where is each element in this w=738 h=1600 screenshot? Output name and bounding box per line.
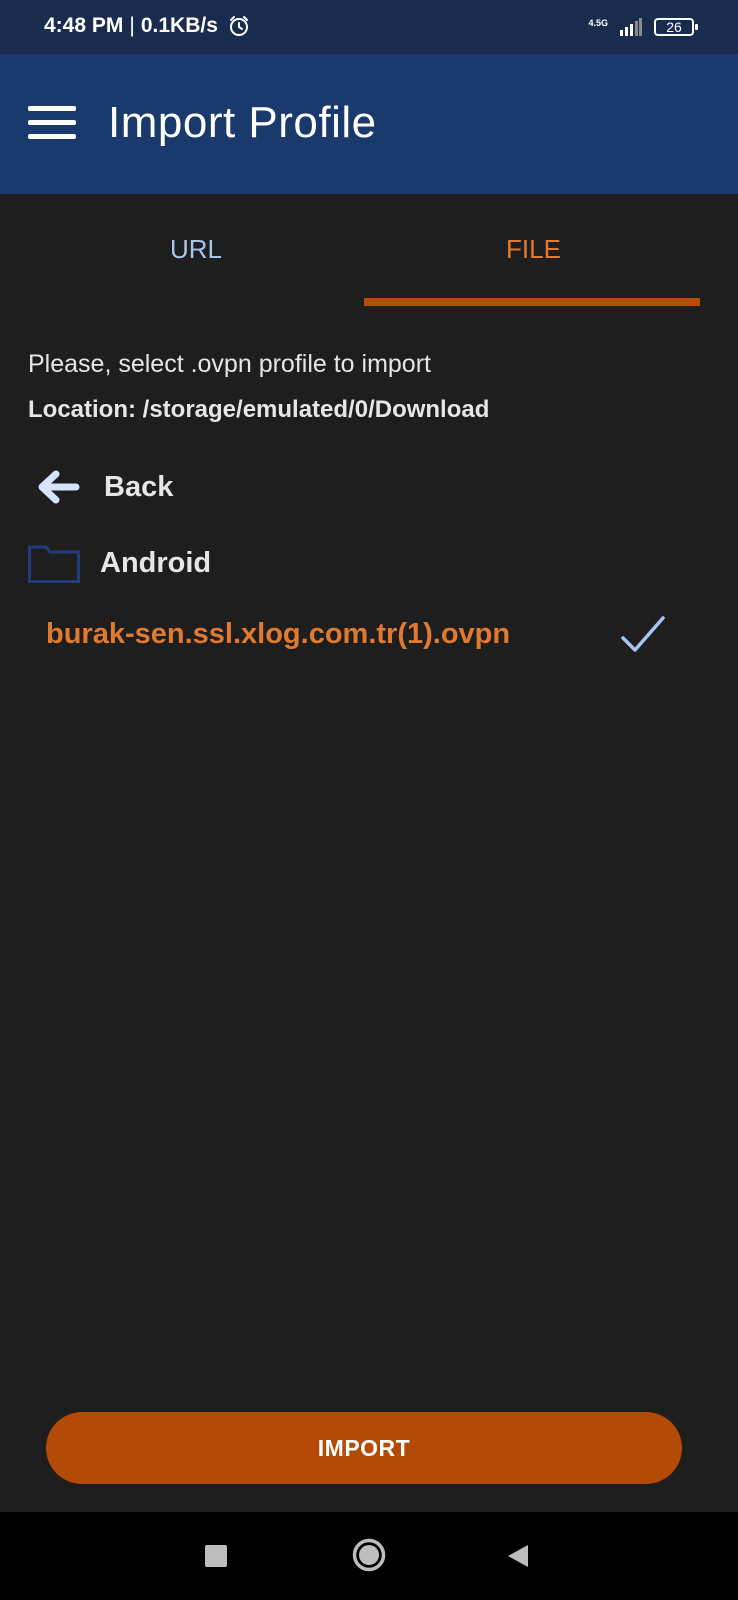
network-type: 4.5G xyxy=(588,17,608,28)
alarm-icon xyxy=(229,16,248,36)
location-path: Location: /storage/emulated/0/Download xyxy=(28,396,490,423)
tab-file[interactable]: FILE xyxy=(506,234,561,265)
battery-icon: 26 xyxy=(654,18,698,36)
status-bar: 4:48 PM | 0.1KB/s 4.5G 26 xyxy=(0,0,738,54)
folder-icon xyxy=(28,545,80,583)
back-arrow-icon xyxy=(38,470,80,504)
navigation-bar xyxy=(0,1512,738,1600)
tab-bar: URL FILE xyxy=(0,194,738,310)
signal-icon xyxy=(620,18,642,36)
home-icon[interactable] xyxy=(352,1538,386,1572)
file-label: burak-sen.ssl.xlog.com.tr(1).ovpn xyxy=(46,618,511,650)
folder-label: Android xyxy=(100,546,212,579)
status-right: 4.5G 26 xyxy=(588,17,698,36)
tab-url[interactable]: URL xyxy=(170,234,222,265)
page-title: Import Profile xyxy=(108,98,377,147)
back-item[interactable]: Back xyxy=(28,462,718,512)
back-nav-icon[interactable] xyxy=(506,1543,530,1569)
status-left: 4:48 PM | 0.1KB/s xyxy=(44,14,250,38)
import-button[interactable]: IMPORT xyxy=(46,1412,682,1484)
recents-icon[interactable] xyxy=(205,1545,227,1567)
battery-level: 26 xyxy=(666,19,682,35)
status-separator: | xyxy=(129,14,135,37)
tab-selected-indicator xyxy=(364,298,700,306)
folder-item-android[interactable]: Android xyxy=(28,538,718,588)
hamburger-menu-icon[interactable] xyxy=(28,106,76,140)
instructions-text: Please, select .ovpn profile to import xyxy=(28,350,431,378)
file-item-ovpn[interactable]: burak-sen.ssl.xlog.com.tr(1).ovpn xyxy=(46,610,686,666)
back-label: Back xyxy=(104,470,174,503)
screen: 4:48 PM | 0.1KB/s 4.5G 26 Import Profile… xyxy=(0,0,738,1600)
status-speed: 0.1KB/s xyxy=(140,14,218,37)
app-bar: Import Profile xyxy=(0,54,738,194)
status-time: 4:48 PM xyxy=(44,14,124,37)
checkmark-icon xyxy=(621,616,665,652)
